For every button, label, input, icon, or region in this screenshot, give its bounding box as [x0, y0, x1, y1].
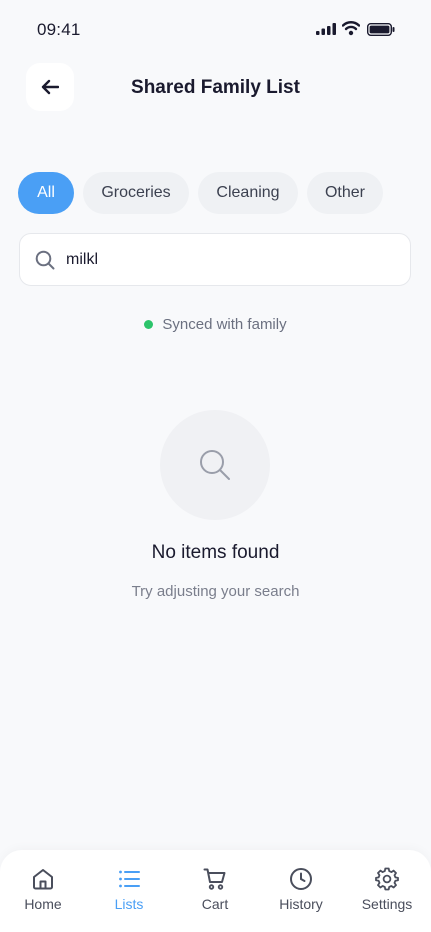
- filter-chip-other[interactable]: Other: [307, 172, 383, 214]
- sync-status-text: Synced with family: [162, 316, 287, 333]
- filter-chip-all[interactable]: All: [18, 172, 74, 214]
- chip-label: Other: [324, 184, 365, 201]
- chip-label: Cleaning: [216, 184, 280, 201]
- sync-status-dot: [144, 320, 154, 329]
- nav-item-cart[interactable]: Cart: [172, 850, 258, 932]
- search-icon: [35, 250, 55, 270]
- search-input[interactable]: [66, 246, 386, 274]
- chip-label: Groceries: [101, 184, 171, 201]
- wifi-icon: [342, 21, 360, 36]
- nav-label: Settings: [361, 896, 413, 912]
- nav-label: Cart: [201, 896, 229, 912]
- nav-item-home[interactable]: Home: [0, 850, 86, 932]
- nav-item-settings[interactable]: Settings: [344, 850, 430, 932]
- cart-icon: [203, 868, 226, 890]
- home-icon: [33, 869, 53, 890]
- filter-chip-groceries[interactable]: Groceries: [83, 172, 189, 214]
- page-title: Shared Family List: [131, 77, 300, 98]
- empty-state-icon-circle: [160, 410, 270, 520]
- clock-icon: [290, 868, 312, 890]
- signal-icon: [316, 23, 336, 35]
- sync-status: Synced with family: [0, 316, 431, 333]
- nav-item-lists[interactable]: Lists: [86, 850, 172, 932]
- screen: 09:41 Shared Family List All Groceries C…: [0, 0, 431, 932]
- list-icon: [119, 870, 140, 888]
- chip-label: All: [37, 184, 55, 201]
- gear-icon: [375, 867, 399, 891]
- nav-label: History: [279, 896, 323, 912]
- battery-icon: [367, 23, 395, 36]
- bottom-nav: Home Lists Cart History Settings: [0, 850, 431, 932]
- nav-label: Home: [24, 896, 62, 912]
- status-time: 09:41: [37, 20, 81, 39]
- empty-state-title: No items found: [151, 542, 280, 563]
- filter-chip-cleaning[interactable]: Cleaning: [198, 172, 298, 214]
- status-bar: 09:41: [0, 0, 431, 60]
- empty-state-subtitle: Try adjusting your search: [131, 583, 300, 600]
- search-box[interactable]: [19, 233, 411, 286]
- nav-item-history[interactable]: History: [258, 850, 344, 932]
- nav-label: Lists: [114, 896, 144, 912]
- search-icon: [200, 450, 230, 480]
